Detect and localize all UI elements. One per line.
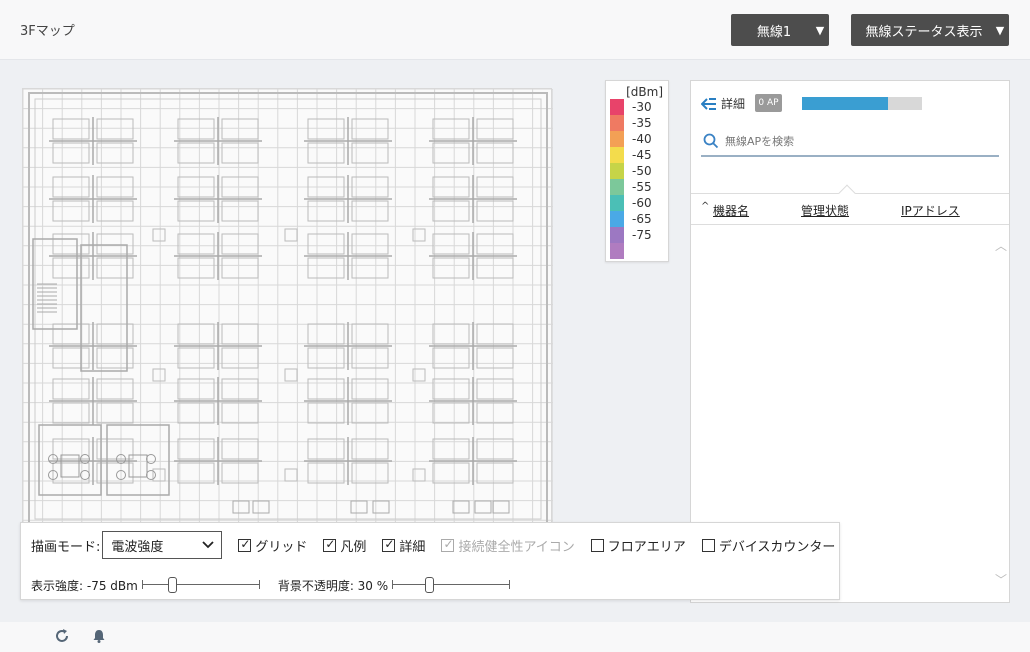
legend-level: -45	[610, 147, 652, 163]
page-title: 3Fマップ	[20, 24, 75, 39]
scroll-up-icon[interactable]: ︿	[995, 237, 1007, 254]
legend-level: -30	[610, 99, 652, 115]
legend-level: -40	[610, 131, 652, 147]
status-display-select[interactable]: 無線ステータス表示 ▼	[851, 14, 1009, 46]
display-strength-slider[interactable]	[141, 577, 260, 593]
draw-mode-label: 描画モード:	[31, 539, 101, 555]
legend-level-label: -75	[632, 228, 652, 242]
column-admin-state[interactable]: 管理状態	[801, 202, 849, 219]
display-strength-label: 表示強度: -75 dBm	[31, 578, 138, 593]
legend-level-label: -55	[632, 180, 652, 194]
scroll-down-icon[interactable]: ﹀	[995, 571, 1007, 588]
wireless-select[interactable]: 無線1 ▼	[731, 14, 829, 46]
ap-search	[701, 127, 999, 157]
draw-mode-value: 電波強度	[111, 539, 164, 555]
checkbox-checked-icon[interactable]	[382, 537, 396, 552]
slider-thumb[interactable]	[167, 577, 177, 593]
footer-bar	[0, 622, 1030, 652]
legend-level: -35	[610, 115, 652, 131]
usage-progress-fill	[802, 97, 889, 110]
legend-unit: [dBm]	[626, 85, 663, 99]
health-icon-checkbox-label: 接続健全性アイコン	[458, 539, 575, 555]
legend-level: -75	[610, 227, 652, 243]
collapse-arrow-icon[interactable]	[701, 97, 717, 111]
legend-level-label: -50	[632, 164, 652, 178]
caret-down-icon: ▼	[995, 23, 1005, 37]
legend-swatch	[610, 195, 624, 211]
floor-area-checkbox-label: フロアエリア	[607, 539, 686, 555]
legend-swatch	[610, 211, 624, 227]
detail-checkbox[interactable]: 詳細	[382, 536, 425, 555]
legend-swatch	[610, 243, 624, 259]
background-opacity-slider[interactable]	[392, 577, 511, 593]
wireless-select-label: 無線1	[756, 24, 792, 40]
detail-checkbox-label: 詳細	[399, 539, 426, 555]
bell-icon[interactable]	[91, 628, 107, 644]
map-options-toolbar: 描画モード: 電波強度 グリッド 凡例 詳細 接続健全性アイコン フロアエリア …	[20, 522, 840, 600]
ap-search-input[interactable]	[725, 134, 985, 148]
chevron-down-icon	[202, 541, 215, 549]
legend-level	[610, 243, 632, 259]
column-device-name[interactable]: 機器名	[713, 202, 749, 219]
legend-level: -65	[610, 211, 652, 227]
device-counter-checkbox[interactable]: デバイスカウンター	[701, 536, 836, 555]
column-ip-address[interactable]: IPアドレス	[901, 202, 960, 219]
floor-plan-drawing	[23, 89, 553, 529]
floor-plan	[22, 88, 553, 529]
draw-mode-select[interactable]: 電波強度	[102, 531, 223, 559]
checkbox-unchecked-icon[interactable]	[701, 538, 715, 552]
refresh-icon[interactable]	[54, 628, 70, 644]
usage-progress-bar	[802, 97, 922, 110]
health-icon-checkbox: 接続健全性アイコン	[441, 536, 575, 555]
checkbox-checked-icon	[441, 537, 455, 552]
legend-swatch	[610, 163, 624, 179]
legend-swatch	[610, 147, 624, 163]
legend-checkbox-label: 凡例	[340, 539, 367, 555]
legend-level-label: -60	[632, 196, 652, 210]
search-icon	[703, 133, 719, 149]
device-counter-checkbox-label: デバイスカウンター	[718, 539, 836, 555]
legend-swatch	[610, 179, 624, 195]
checkbox-checked-icon[interactable]	[238, 537, 252, 552]
legend-level: -50	[610, 163, 652, 179]
background-opacity-label: 背景不透明度: 30 %	[277, 578, 389, 593]
grid-checkbox-label: グリッド	[255, 539, 308, 555]
legend-swatch	[610, 99, 624, 115]
caret-down-icon: ▼	[815, 23, 825, 37]
ap-table-header: ^ 機器名 管理状態 IPアドレス	[691, 184, 1009, 225]
header-notch	[838, 184, 856, 202]
checkbox-checked-icon[interactable]	[323, 537, 337, 552]
ap-count-badge: 0 AP	[755, 94, 782, 112]
slider-thumb[interactable]	[424, 577, 434, 593]
legend-swatch	[610, 115, 624, 131]
legend-level: -55	[610, 179, 652, 195]
detail-label: 詳細	[721, 97, 746, 111]
legend-swatch	[610, 131, 624, 147]
legend-checkbox[interactable]: 凡例	[323, 536, 366, 555]
legend-level-label: -45	[632, 148, 652, 162]
checkbox-unchecked-icon[interactable]	[590, 538, 604, 552]
legend-level-label: -30	[632, 100, 652, 114]
status-display-label: 無線ステータス表示	[865, 24, 983, 40]
legend-level-label: -65	[632, 212, 652, 226]
legend-swatch	[610, 227, 624, 243]
legend-level-label: -35	[632, 116, 652, 130]
legend-level: -60	[610, 195, 652, 211]
sort-ascending-icon: ^	[701, 201, 710, 212]
signal-legend: [dBm] -30 -35 -40 -45 -50 -55 -60 -65 -75	[605, 80, 669, 262]
floor-area-checkbox[interactable]: フロアエリア	[590, 536, 686, 555]
grid-checkbox[interactable]: グリッド	[238, 536, 307, 555]
top-bar: 3Fマップ 無線1 ▼ 無線ステータス表示 ▼	[0, 0, 1030, 60]
legend-level-label: -40	[632, 132, 652, 146]
